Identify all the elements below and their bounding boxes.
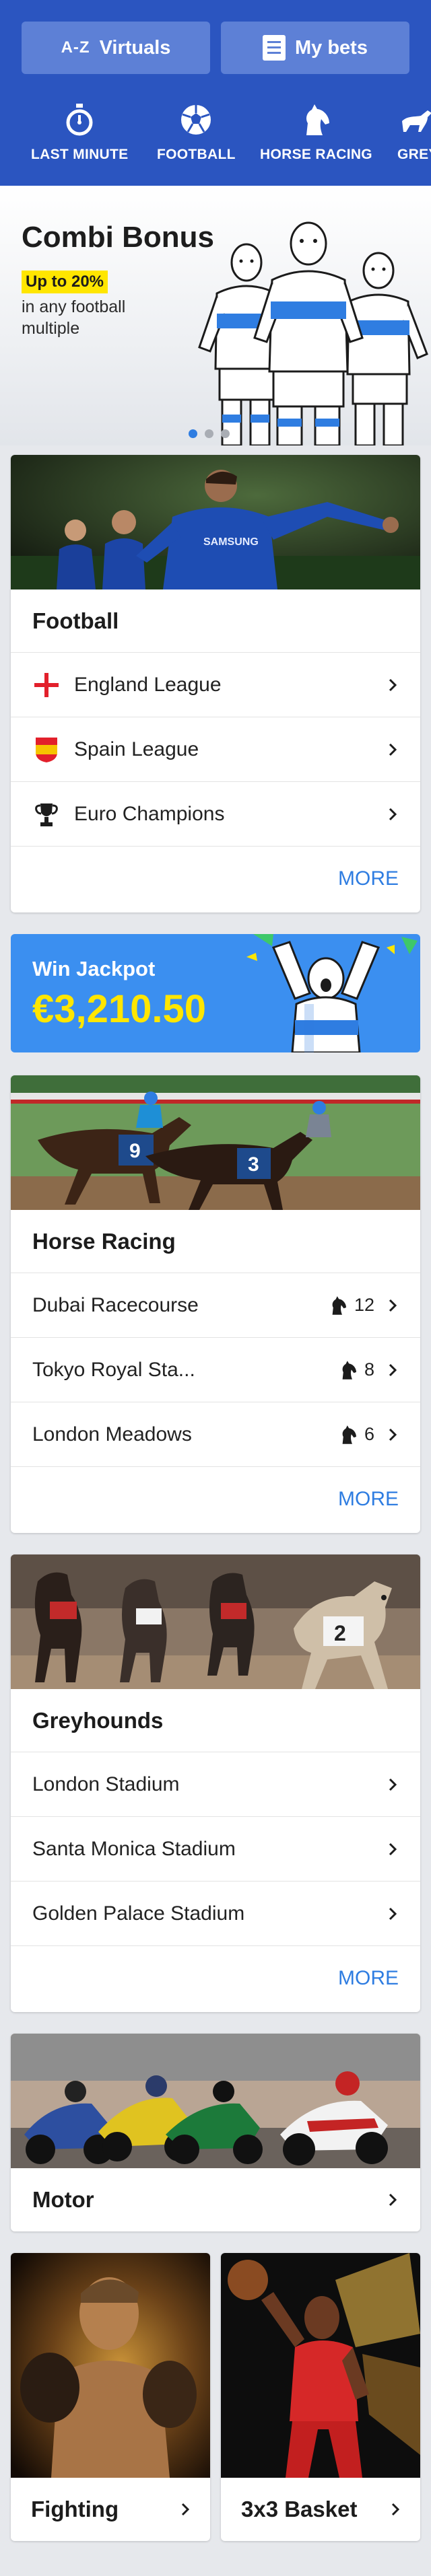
chevron-right-icon <box>389 1299 397 1312</box>
list-item-label: England League <box>74 673 222 696</box>
england-flag-icon <box>32 671 61 699</box>
race-count: 6 <box>364 1424 374 1444</box>
list-item-golden-palace-stadium[interactable]: Golden Palace Stadium <box>11 1882 420 1946</box>
chevron-right-icon <box>389 1428 397 1441</box>
chevron-right-icon <box>181 2503 190 2516</box>
list-item-euro-champions[interactable]: Euro Champions <box>11 782 420 847</box>
list-item-tokyo-royal-stadium[interactable]: Tokyo Royal Sta... 8 <box>11 1338 420 1402</box>
nav-item-horse-racing[interactable]: HORSE RACING <box>260 101 372 163</box>
combi-bonus-banner[interactable]: Combi Bonus Up to 20% in any football mu… <box>0 186 431 445</box>
race-count: 8 <box>364 1359 374 1380</box>
horse-icon <box>260 101 372 139</box>
carousel-dot[interactable] <box>205 429 213 438</box>
list-item-label: Dubai Racecourse <box>32 1293 199 1316</box>
horse-icon <box>332 1295 346 1315</box>
motor-image <box>11 2034 420 2168</box>
list-item-london-stadium[interactable]: London Stadium <box>11 1752 420 1817</box>
promo-subtitle: in any football multiple <box>22 297 126 338</box>
list-item-label: Santa Monica Stadium <box>32 1837 236 1860</box>
list-item-spain-league[interactable]: Spain League <box>11 717 420 782</box>
az-virtuals-label: Virtuals <box>99 36 171 59</box>
list-item-label: London Stadium <box>32 1773 180 1795</box>
svg-text:SAMSUNG: SAMSUNG <box>203 536 259 548</box>
greyhounds-title: Greyhounds <box>11 1689 420 1752</box>
win-jackpot-banner[interactable]: Win Jackpot €3,210.50 <box>11 934 420 1052</box>
motor-card[interactable]: Motor <box>11 2034 420 2231</box>
betslip-icon <box>263 35 286 61</box>
chevron-right-icon <box>389 1907 397 1920</box>
spain-flag-icon <box>32 736 61 764</box>
list-item-label: Golden Palace Stadium <box>32 1902 245 1925</box>
greyhounds-image: 2 <box>11 1554 420 1689</box>
list-item-santa-monica-stadium[interactable]: Santa Monica Stadium <box>11 1817 420 1882</box>
chevron-right-icon <box>389 808 397 820</box>
az-virtuals-button[interactable]: A-Z Virtuals <box>22 22 210 74</box>
fighting-image <box>11 2253 210 2478</box>
list-item-label: Spain League <box>74 738 199 760</box>
promo-highlight: Up to 20% <box>22 271 108 293</box>
nav-label-horse-racing: HORSE RACING <box>260 147 372 162</box>
az-icon: A-Z <box>61 38 90 57</box>
horse-racing-title: Horse Racing <box>11 1210 420 1273</box>
nav-item-greyhounds[interactable]: GREY <box>397 101 431 163</box>
jackpot-label: Win Jackpot <box>32 957 156 980</box>
list-item-label: London Meadows <box>32 1423 192 1445</box>
carousel-dot[interactable] <box>221 429 230 438</box>
chevron-right-icon <box>389 1842 397 1855</box>
chevron-right-icon <box>389 678 397 691</box>
chevron-right-icon <box>391 2503 400 2516</box>
fighting-card[interactable]: Fighting <box>11 2253 210 2541</box>
stopwatch-icon <box>31 101 128 139</box>
list-item-dubai-racecourse[interactable]: Dubai Racecourse 12 <box>11 1273 420 1338</box>
chevron-right-icon <box>389 1363 397 1376</box>
football-icon <box>157 101 236 139</box>
svg-text:3: 3 <box>248 1153 259 1176</box>
list-item-label: Euro Champions <box>74 802 225 825</box>
greyhounds-card: 2 Greyhounds London Stadium Santa Monica… <box>11 1554 420 2012</box>
trophy-icon <box>32 800 61 828</box>
basket-image <box>221 2253 420 2478</box>
nav-item-football[interactable]: FOOTBALL <box>157 101 236 163</box>
football-card: SAMSUNG Football England League Spain Le… <box>11 455 420 913</box>
motor-title: Motor <box>32 2187 94 2212</box>
svg-text:9: 9 <box>129 1140 141 1162</box>
greyhound-icon <box>397 101 431 139</box>
basket-card[interactable]: 3x3 Basket <box>221 2253 420 2541</box>
list-item-england-league[interactable]: England League <box>11 653 420 717</box>
fighting-title: Fighting <box>31 2497 119 2521</box>
jackpot-value: €3,210.50 <box>32 987 207 1031</box>
nav-item-last-minute[interactable]: LAST MINUTE <box>31 101 128 163</box>
basket-title: 3x3 Basket <box>241 2497 358 2521</box>
carousel-dots <box>189 429 230 438</box>
football-players-illustration <box>198 221 428 445</box>
football-image: SAMSUNG <box>11 455 420 589</box>
my-bets-button[interactable]: My bets <box>221 22 409 74</box>
nav-label-last-minute: LAST MINUTE <box>31 147 129 162</box>
my-bets-label: My bets <box>295 36 368 59</box>
chevron-right-icon <box>389 1778 397 1791</box>
header: A-Z Virtuals My bets LAST MINUTE FOOTBAL… <box>0 0 431 186</box>
list-item-label: Tokyo Royal Sta... <box>32 1358 195 1381</box>
celebrating-fan-illustration <box>246 934 418 1052</box>
horse-racing-more-link[interactable]: MORE <box>11 1467 420 1532</box>
horse-racing-image: 9 3 <box>11 1075 420 1210</box>
football-title: Football <box>11 589 420 653</box>
motor-footer: Motor <box>11 2168 420 2231</box>
basket-footer: 3x3 Basket <box>221 2478 420 2541</box>
fighting-footer: Fighting <box>11 2478 210 2541</box>
svg-text:2: 2 <box>334 1621 346 1645</box>
chevron-right-icon <box>389 2193 397 2207</box>
nav-label-greyhounds: GREY <box>397 147 431 162</box>
horse-icon <box>342 1360 356 1380</box>
sport-nav: LAST MINUTE FOOTBALL HORSE RACING GREY <box>0 101 431 175</box>
race-count: 12 <box>354 1295 374 1315</box>
chevron-right-icon <box>389 743 397 756</box>
nav-label-football: FOOTBALL <box>157 147 236 162</box>
horse-icon <box>342 1425 356 1444</box>
greyhounds-more-link[interactable]: MORE <box>11 1946 420 2011</box>
football-more-link[interactable]: MORE <box>11 847 420 911</box>
horse-racing-card: 9 3 Horse Racing Dubai Racecourse 12 Tok… <box>11 1075 420 1533</box>
carousel-dot[interactable] <box>189 429 197 438</box>
list-item-london-meadows[interactable]: London Meadows 6 <box>11 1402 420 1467</box>
